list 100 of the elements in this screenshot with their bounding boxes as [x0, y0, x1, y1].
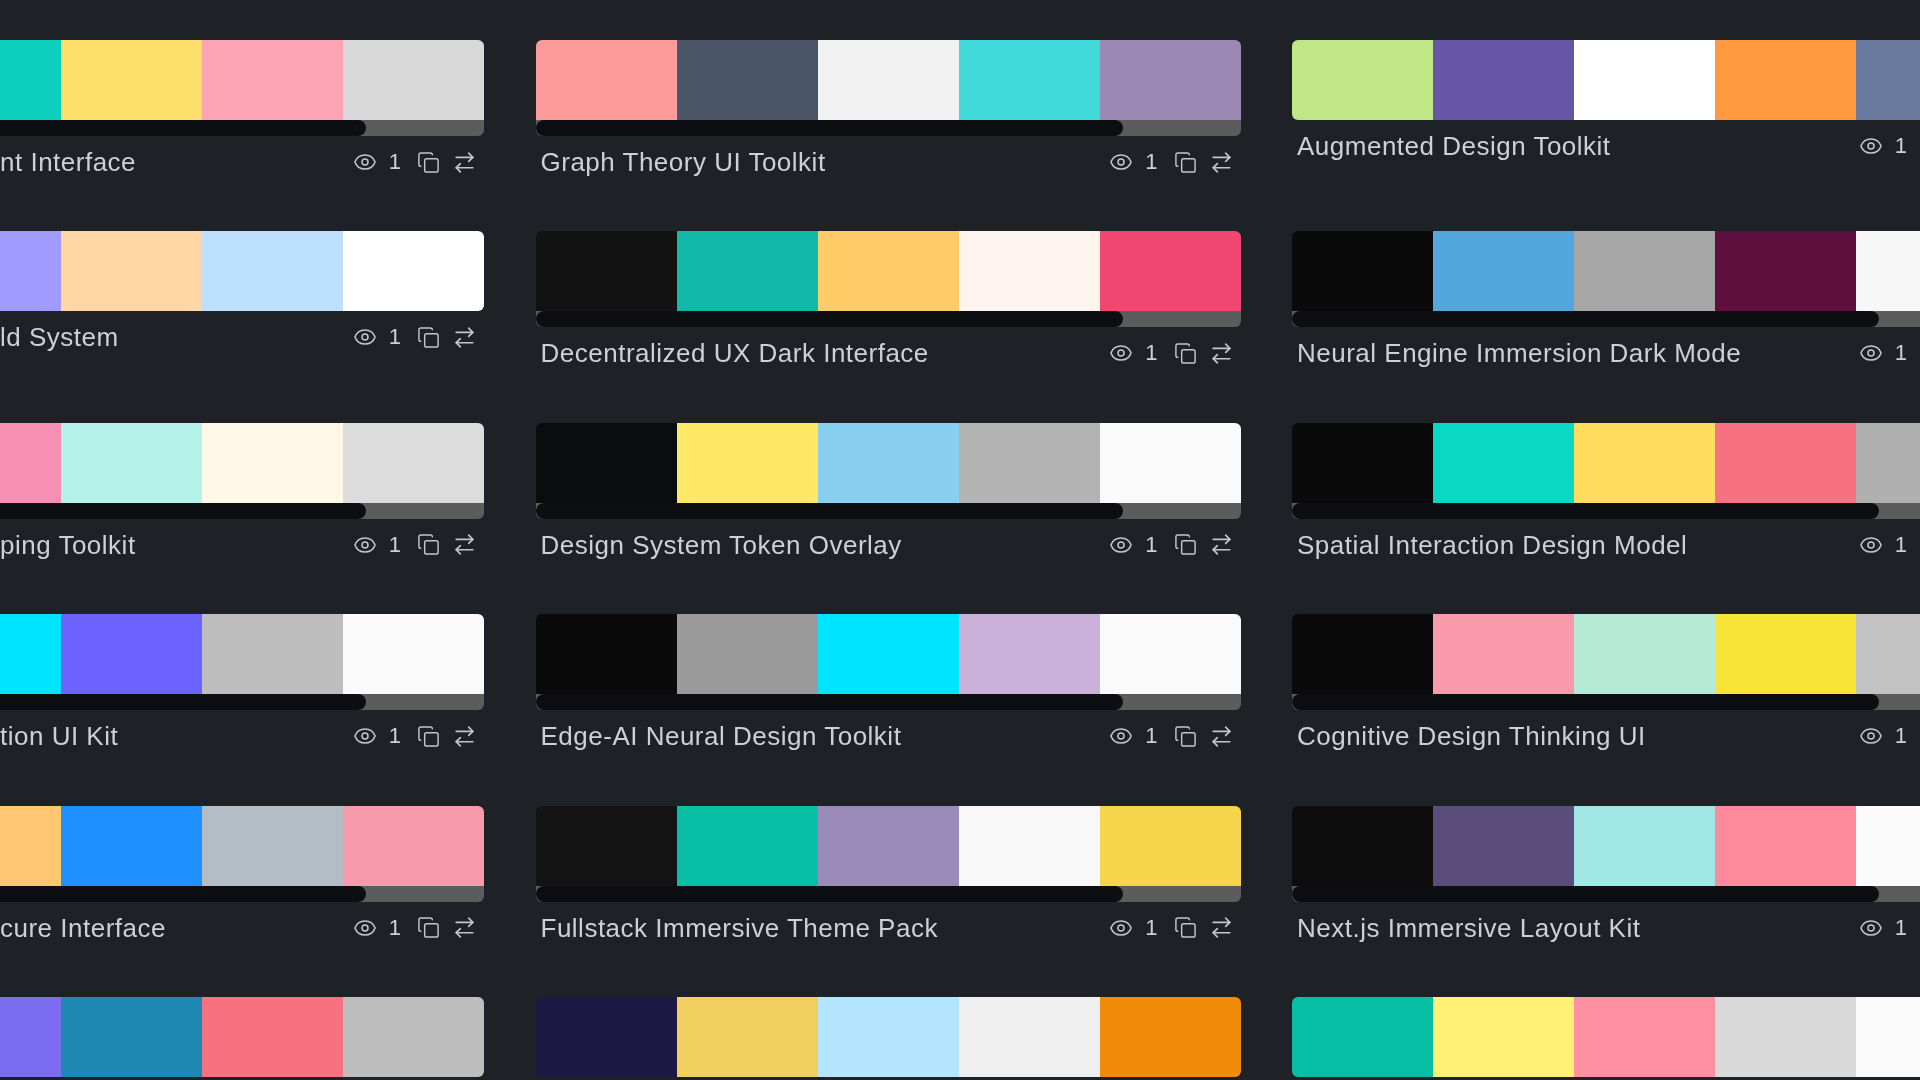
color-swatch[interactable] — [61, 614, 202, 695]
color-swatch[interactable] — [1715, 996, 1856, 1077]
color-swatch[interactable] — [0, 805, 61, 886]
scrollbar[interactable] — [0, 120, 484, 136]
copy-icon[interactable] — [1173, 916, 1197, 940]
color-swatch[interactable] — [1433, 996, 1574, 1077]
color-swatch[interactable] — [1292, 805, 1433, 886]
color-swatch[interactable] — [202, 805, 343, 886]
color-swatch[interactable] — [535, 40, 677, 120]
swap-arrows-icon[interactable] — [452, 149, 477, 175]
color-swatch[interactable] — [343, 805, 484, 886]
color-swatch[interactable] — [817, 231, 959, 312]
color-swatch[interactable] — [535, 231, 677, 312]
color-swatch[interactable] — [676, 614, 818, 695]
color-swatch[interactable] — [1574, 422, 1715, 503]
color-swatch[interactable] — [1574, 614, 1715, 695]
color-swatch[interactable] — [202, 422, 343, 503]
copy-icon[interactable] — [417, 533, 440, 557]
color-swatch[interactable] — [1715, 614, 1856, 695]
scrollbar[interactable] — [535, 120, 1241, 136]
color-swatch[interactable] — [1856, 614, 1920, 695]
color-swatch[interactable] — [1099, 40, 1241, 120]
scrollbar[interactable] — [0, 694, 484, 711]
color-swatch[interactable] — [958, 40, 1100, 120]
swap-arrows-icon[interactable] — [452, 915, 477, 941]
color-swatch[interactable] — [1856, 805, 1920, 886]
copy-icon[interactable] — [417, 724, 440, 748]
color-swatch[interactable] — [535, 996, 677, 1077]
color-swatch[interactable] — [1574, 805, 1715, 886]
color-swatch[interactable] — [61, 996, 202, 1077]
color-swatch[interactable] — [202, 40, 343, 120]
color-swatch[interactable] — [202, 996, 343, 1077]
swap-arrows-icon[interactable] — [452, 723, 477, 749]
scrollbar[interactable] — [1292, 694, 1920, 711]
color-swatch[interactable] — [1856, 231, 1920, 312]
color-swatch[interactable] — [676, 231, 818, 312]
color-swatch[interactable] — [817, 422, 959, 503]
color-swatch[interactable] — [1099, 614, 1241, 695]
color-swatch[interactable] — [1099, 231, 1241, 312]
color-swatch[interactable] — [343, 231, 484, 312]
scrollbar[interactable] — [535, 311, 1241, 328]
color-swatch[interactable] — [958, 614, 1100, 695]
color-swatch[interactable] — [535, 805, 677, 886]
color-swatch[interactable] — [343, 996, 484, 1077]
color-swatch[interactable] — [817, 614, 959, 695]
color-swatch[interactable] — [1574, 40, 1715, 120]
copy-icon[interactable] — [1173, 533, 1197, 557]
color-swatch[interactable] — [0, 231, 61, 312]
color-swatch[interactable] — [1099, 422, 1241, 503]
color-swatch[interactable] — [1574, 996, 1715, 1077]
copy-icon[interactable] — [417, 325, 440, 349]
copy-icon[interactable] — [1173, 341, 1197, 365]
color-swatch[interactable] — [1574, 231, 1715, 312]
color-swatch[interactable] — [202, 231, 343, 312]
color-swatch[interactable] — [958, 422, 1100, 503]
swap-arrows-icon[interactable] — [452, 324, 477, 350]
color-swatch[interactable] — [1433, 614, 1574, 695]
color-swatch[interactable] — [1099, 805, 1241, 886]
scrollbar[interactable] — [1292, 311, 1920, 328]
color-swatch[interactable] — [676, 40, 818, 120]
color-swatch[interactable] — [1292, 422, 1433, 503]
color-swatch[interactable] — [1856, 422, 1920, 503]
color-swatch[interactable] — [1715, 422, 1856, 503]
color-swatch[interactable] — [1856, 996, 1920, 1077]
color-swatch[interactable] — [1292, 40, 1433, 120]
color-swatch[interactable] — [1856, 40, 1920, 120]
color-swatch[interactable] — [958, 996, 1100, 1077]
color-swatch[interactable] — [61, 422, 202, 503]
color-swatch[interactable] — [1433, 805, 1574, 886]
color-swatch[interactable] — [0, 40, 61, 120]
color-swatch[interactable] — [1292, 996, 1433, 1077]
color-swatch[interactable] — [817, 805, 959, 886]
color-swatch[interactable] — [817, 996, 959, 1077]
color-swatch[interactable] — [1715, 231, 1856, 312]
color-swatch[interactable] — [202, 614, 343, 695]
swap-arrows-icon[interactable] — [452, 532, 477, 558]
color-swatch[interactable] — [958, 805, 1100, 886]
color-swatch[interactable] — [1433, 422, 1574, 503]
color-swatch[interactable] — [1433, 40, 1574, 120]
copy-icon[interactable] — [1173, 150, 1197, 174]
color-swatch[interactable] — [0, 422, 61, 503]
color-swatch[interactable] — [61, 40, 202, 120]
copy-icon[interactable] — [1173, 724, 1197, 748]
color-swatch[interactable] — [1292, 231, 1433, 312]
color-swatch[interactable] — [61, 805, 202, 886]
color-swatch[interactable] — [343, 422, 484, 503]
scrollbar[interactable] — [535, 694, 1241, 711]
color-swatch[interactable] — [958, 231, 1100, 312]
color-swatch[interactable] — [676, 996, 818, 1077]
color-swatch[interactable] — [676, 805, 818, 886]
copy-icon[interactable] — [417, 150, 440, 174]
color-swatch[interactable] — [343, 40, 484, 120]
color-swatch[interactable] — [0, 996, 61, 1077]
color-swatch[interactable] — [817, 40, 959, 120]
color-swatch[interactable] — [1715, 805, 1856, 886]
color-swatch[interactable] — [535, 422, 677, 503]
color-swatch[interactable] — [61, 231, 202, 312]
color-swatch[interactable] — [1099, 996, 1241, 1077]
color-swatch[interactable] — [676, 422, 818, 503]
color-swatch[interactable] — [1433, 231, 1574, 312]
